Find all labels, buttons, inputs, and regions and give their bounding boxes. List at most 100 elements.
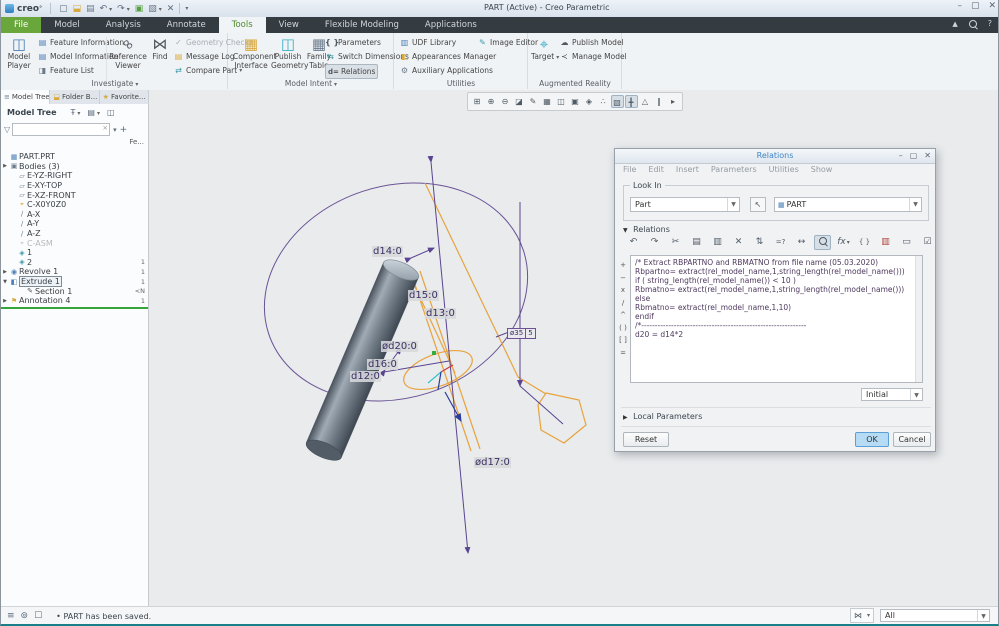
model-tree-toggle-icon[interactable]: ≡: [7, 611, 15, 621]
clear-search-icon[interactable]: ×: [102, 124, 108, 132]
dimension-label[interactable]: d13:0: [425, 308, 456, 319]
relations-code-editor[interactable]: /* Extract RBPARTNO and RBMATNO from fil…: [630, 255, 923, 383]
dimension-label[interactable]: d16:0: [367, 359, 398, 370]
investigate-group-label[interactable]: Investigate▾: [3, 79, 227, 88]
minimize-button[interactable]: –: [957, 1, 962, 11]
publish-geometry-button[interactable]: ◫ Publish Geometry: [271, 35, 305, 70]
sort-relations-icon[interactable]: ⇅: [751, 235, 768, 250]
chevron-down-icon[interactable]: ▼: [977, 610, 989, 621]
spin-center-icon[interactable]: △: [639, 95, 652, 108]
ok-button[interactable]: OK: [855, 432, 889, 447]
display-style-icon[interactable]: ▦: [541, 95, 554, 108]
paste-icon[interactable]: ▥: [709, 235, 726, 250]
browser-toggle-icon[interactable]: ⊚: [21, 611, 29, 621]
pause-icon[interactable]: ‖: [653, 95, 666, 108]
tab-favorites[interactable]: ★ Favorite...: [100, 90, 149, 104]
select-model-button[interactable]: ↖: [750, 197, 766, 212]
search-options-icon[interactable]: ▾: [113, 126, 117, 134]
expander-icon[interactable]: ▶: [1, 269, 9, 275]
dialog-close-button[interactable]: ✕: [924, 149, 931, 163]
tab-flexible-modeling[interactable]: Flexible Modeling: [312, 17, 412, 33]
units-icon[interactable]: ↔: [793, 235, 810, 250]
model-intent-group-label[interactable]: Model Intent▾: [229, 79, 393, 88]
selection-filter-select[interactable]: All ▼: [880, 609, 990, 622]
minimize-ribbon-icon[interactable]: ▲: [952, 20, 957, 28]
tree-item-datum-plane[interactable]: ▱ E-YZ-RIGHT: [1, 171, 148, 181]
cylinder-solid[interactable]: [303, 256, 421, 465]
expander-icon[interactable]: ▶: [1, 163, 9, 169]
operator-button[interactable]: ^: [618, 309, 628, 322]
tree-item-axis[interactable]: ∕ A-Y: [1, 219, 148, 229]
tab-annotate[interactable]: Annotate: [154, 17, 219, 33]
zoom-window-icon[interactable]: ⊞: [471, 95, 484, 108]
component-interface-button[interactable]: ▦ Component Interface: [233, 35, 269, 70]
target-button[interactable]: ⌖ Target▾: [531, 35, 557, 63]
insert-function-icon[interactable]: fx▾: [835, 235, 852, 250]
feature-list-button[interactable]: ◨ Feature List: [37, 64, 94, 77]
customize-qat-icon[interactable]: ▾: [185, 5, 188, 12]
manage-model-button[interactable]: ≺ Manage Model: [559, 50, 627, 63]
tree-item-axis[interactable]: ∕ A-Z: [1, 229, 148, 239]
menu-insert[interactable]: Insert: [676, 165, 699, 174]
tab-file[interactable]: File: [1, 17, 41, 33]
operator-button[interactable]: ( ): [618, 322, 628, 335]
copy-icon[interactable]: ▤: [688, 235, 705, 250]
search-tool-button[interactable]: ⋈ ▾: [850, 608, 874, 623]
tree-item-sketch[interactable]: ◈ 2 1: [1, 258, 148, 268]
annotation-display-icon[interactable]: ∴: [597, 95, 610, 108]
view-manager-icon[interactable]: ▣: [569, 95, 582, 108]
model-player-button[interactable]: ◫ Model Player: [3, 35, 35, 70]
tree-item-extrude-selected[interactable]: ▼ ◧ Extrude 1 1: [1, 277, 148, 287]
tab-analysis[interactable]: Analysis: [93, 17, 154, 33]
dialog-title-bar[interactable]: Relations: [615, 149, 935, 164]
zoom-out-icon[interactable]: ⊖: [499, 95, 512, 108]
close-window-icon[interactable]: ✕: [167, 4, 175, 14]
menu-edit[interactable]: Edit: [648, 165, 664, 174]
dimension-label[interactable]: d12:0: [350, 371, 381, 382]
undo-icon[interactable]: ↶: [625, 235, 642, 250]
chevron-down-icon[interactable]: ▼: [909, 198, 921, 211]
collapse-triangle-icon[interactable]: ▼: [623, 227, 628, 234]
tree-item-part[interactable]: ▦ PART.PRT: [1, 152, 148, 162]
tree-settings-icon[interactable]: ▤▾: [87, 108, 100, 117]
relations-button[interactable]: d= Relations: [325, 64, 378, 79]
cut-icon[interactable]: ✂: [667, 235, 684, 250]
dimension-label[interactable]: ød20:0: [381, 341, 418, 352]
reference-viewer-button[interactable]: ∞ Reference Viewer: [109, 35, 147, 70]
model-combo[interactable]: ▦ PART ▼: [774, 197, 922, 212]
window-select-icon[interactable]: ▧▾: [148, 4, 162, 14]
revision-select[interactable]: Initial ▼: [861, 388, 923, 401]
saved-orientations-icon[interactable]: ◫: [555, 95, 568, 108]
show-annotations-icon[interactable]: ▧: [611, 95, 624, 108]
tree-item-datum-plane[interactable]: ▱ E-XY-TOP: [1, 181, 148, 191]
cancel-button[interactable]: Cancel: [893, 432, 931, 447]
filter-funnel-icon[interactable]: ▽: [4, 125, 10, 134]
find-button[interactable]: ⋈ Find: [149, 35, 171, 62]
find-relation-icon[interactable]: [814, 235, 831, 250]
tree-item-bodies[interactable]: ▶ ▣ Bodies (3): [1, 162, 148, 172]
maximize-button[interactable]: ▢: [971, 1, 980, 11]
chevron-down-icon[interactable]: ▼: [910, 389, 922, 400]
udf-library-button[interactable]: ▥ UDF Library: [399, 36, 456, 49]
tree-item-sketch[interactable]: ◈ 1: [1, 248, 148, 258]
dimension-label[interactable]: d14:0: [372, 246, 403, 257]
tree-item-annotation[interactable]: ▶ ⚑ Annotation 4 1: [1, 296, 148, 306]
open-file-icon[interactable]: ⬓: [73, 4, 82, 14]
operator-button[interactable]: x: [618, 284, 628, 297]
menu-show[interactable]: Show: [811, 165, 833, 174]
save-icon[interactable]: ▤: [86, 4, 95, 14]
render-style-icon[interactable]: ✎: [527, 95, 540, 108]
gtol-annotation[interactable]: ø355: [507, 328, 536, 339]
tab-tools[interactable]: Tools: [219, 17, 266, 33]
close-button[interactable]: ✕: [988, 1, 996, 11]
add-filter-icon[interactable]: +: [120, 125, 128, 135]
full-screen-toggle-icon[interactable]: ☐: [34, 611, 42, 621]
undo-icon[interactable]: ↶▾: [100, 4, 113, 14]
publish-model-button[interactable]: ☁ Publish Model: [559, 36, 624, 49]
operator-button[interactable]: /: [618, 297, 628, 310]
insert-from-file-icon[interactable]: ▭: [898, 235, 915, 250]
dialog-maximize-button[interactable]: ▢: [910, 149, 918, 163]
repaint-icon[interactable]: ◪: [513, 95, 526, 108]
regenerate-icon[interactable]: ▣: [135, 4, 144, 14]
tree-item-csys-muted[interactable]: ⌖ C-ASM: [1, 238, 148, 248]
